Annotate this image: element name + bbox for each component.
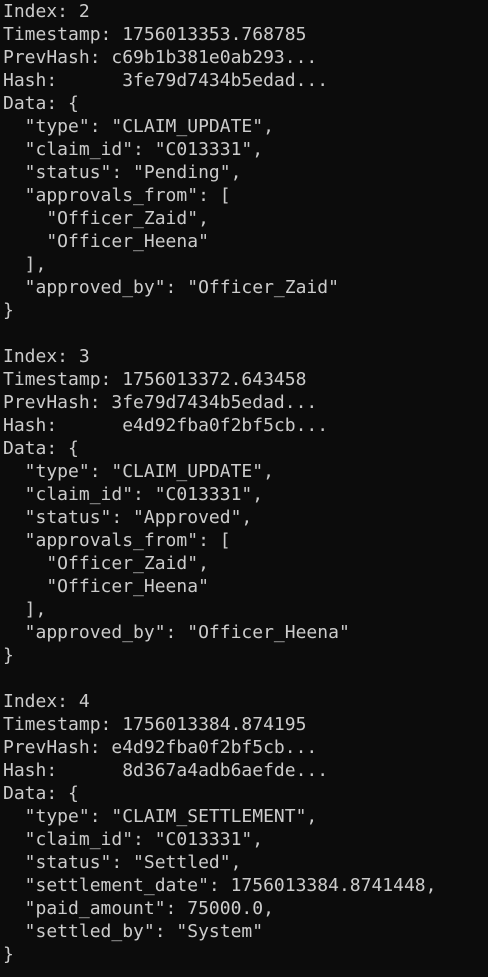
terminal-line: Timestamp: 1756013353.768785: [3, 24, 307, 45]
terminal-line: ],: [3, 254, 47, 275]
terminal-line: "approved_by": "Officer_Heena": [3, 622, 350, 643]
terminal-line: "Officer_Zaid",: [3, 208, 209, 229]
terminal-line: "claim_id": "C013331",: [3, 484, 264, 505]
terminal-output[interactable]: Index: 2 Timestamp: 1756013353.768785 Pr…: [0, 0, 488, 977]
terminal-line: "type": "CLAIM_UPDATE",: [3, 461, 274, 482]
terminal-line: "approvals_from": [: [3, 185, 231, 206]
terminal-line: "settlement_date": 1756013384.8741448,: [3, 875, 437, 896]
terminal-line: Data: {: [3, 93, 79, 114]
terminal-line: Hash: e4d92fba0f2bf5cb...: [3, 415, 329, 436]
terminal-line: Index: 3: [3, 346, 90, 367]
terminal-line: "Officer_Heena": [3, 576, 209, 597]
terminal-line: ],: [3, 599, 47, 620]
terminal-line: Timestamp: 1756013384.874195: [3, 714, 307, 735]
terminal-line: "type": "CLAIM_UPDATE",: [3, 116, 274, 137]
terminal-line: "settled_by": "System": [3, 921, 264, 942]
terminal-line: "approvals_from": [: [3, 530, 231, 551]
terminal-line: }: [3, 944, 14, 965]
terminal-line: "Officer_Heena": [3, 231, 209, 252]
terminal-line: Hash: 8d367a4adb6aefde...: [3, 760, 329, 781]
terminal-line: "Officer_Zaid",: [3, 553, 209, 574]
terminal-line: "approved_by": "Officer_Zaid": [3, 277, 339, 298]
terminal-line: Hash: 3fe79d7434b5edad...: [3, 70, 329, 91]
terminal-line: "type": "CLAIM_SETTLEMENT",: [3, 806, 318, 827]
terminal-line: "status": "Settled",: [3, 852, 242, 873]
terminal-line: Index: 2: [3, 1, 90, 22]
terminal-line: Data: {: [3, 438, 79, 459]
terminal-line: "claim_id": "C013331",: [3, 829, 264, 850]
terminal-line: }: [3, 300, 14, 321]
terminal-line: "paid_amount": 75000.0,: [3, 898, 274, 919]
terminal-line: "status": "Approved",: [3, 507, 253, 528]
terminal-line: PrevHash: 3fe79d7434b5edad...: [3, 392, 318, 413]
terminal-line: Timestamp: 1756013372.643458: [3, 369, 307, 390]
terminal-line: "status": "Pending",: [3, 162, 242, 183]
terminal-line: }: [3, 645, 14, 666]
terminal-line: "claim_id": "C013331",: [3, 139, 264, 160]
terminal-line: Data: {: [3, 783, 79, 804]
terminal-line: PrevHash: c69b1b381e0ab293...: [3, 47, 318, 68]
terminal-line: PrevHash: e4d92fba0f2bf5cb...: [3, 737, 318, 758]
terminal-line: Index: 4: [3, 691, 90, 712]
